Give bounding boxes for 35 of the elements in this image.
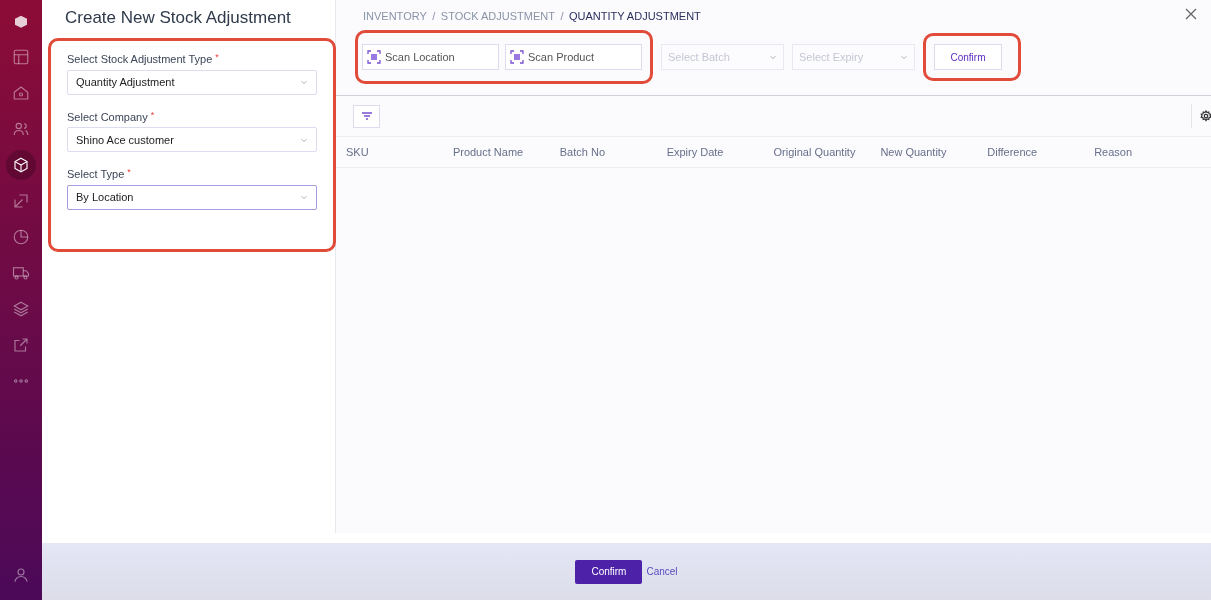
box-icon[interactable] bbox=[6, 150, 36, 180]
required-mark: * bbox=[150, 109, 155, 120]
breadcrumb-current: QUANTITY ADJUSTMENT bbox=[569, 10, 701, 22]
column-header: New Quantity bbox=[880, 145, 947, 158]
select-field[interactable]: Quantity Adjustment bbox=[67, 69, 317, 95]
column-header: SKU bbox=[346, 145, 369, 158]
column-header: Expiry Date bbox=[666, 145, 724, 158]
breadcrumb-separator: / bbox=[432, 10, 436, 22]
scan-field[interactable]: Scan Location bbox=[362, 44, 499, 70]
panel-title: Create New Stock Adjustment bbox=[65, 8, 292, 29]
chevron-down-icon bbox=[900, 53, 908, 61]
cancel-link[interactable]: Cancel bbox=[646, 564, 678, 579]
select-field[interactable]: Shino Ace customer bbox=[67, 127, 317, 153]
required-mark: * bbox=[215, 52, 219, 63]
select-field[interactable]: By Location bbox=[67, 184, 317, 210]
chevron-down-icon bbox=[769, 53, 777, 61]
chevron-down-icon bbox=[300, 78, 308, 87]
filter-button[interactable] bbox=[353, 104, 380, 128]
field-label: Select Stock Adjustment Type bbox=[67, 53, 213, 66]
field-label: Select Type bbox=[67, 168, 125, 181]
column-header: Original Quantity bbox=[773, 145, 856, 158]
column-header: Reason bbox=[1094, 145, 1133, 158]
scan-field[interactable]: Scan Product bbox=[505, 44, 642, 70]
required-mark: * bbox=[127, 167, 131, 178]
column-header: Difference bbox=[987, 145, 1038, 158]
column-header: Batch No bbox=[559, 145, 605, 158]
filter-icon bbox=[360, 111, 373, 121]
chevron-down-icon bbox=[300, 193, 308, 202]
column-header: Product Name bbox=[452, 145, 524, 158]
confirm-button[interactable]: Confirm bbox=[934, 44, 1002, 70]
breadcrumb-separator: / bbox=[560, 10, 564, 22]
confirm-button[interactable]: Confirm bbox=[575, 559, 643, 584]
field-label: Select Company bbox=[67, 110, 148, 123]
settings-icon[interactable] bbox=[1200, 110, 1211, 122]
close-icon[interactable] bbox=[1185, 8, 1197, 20]
